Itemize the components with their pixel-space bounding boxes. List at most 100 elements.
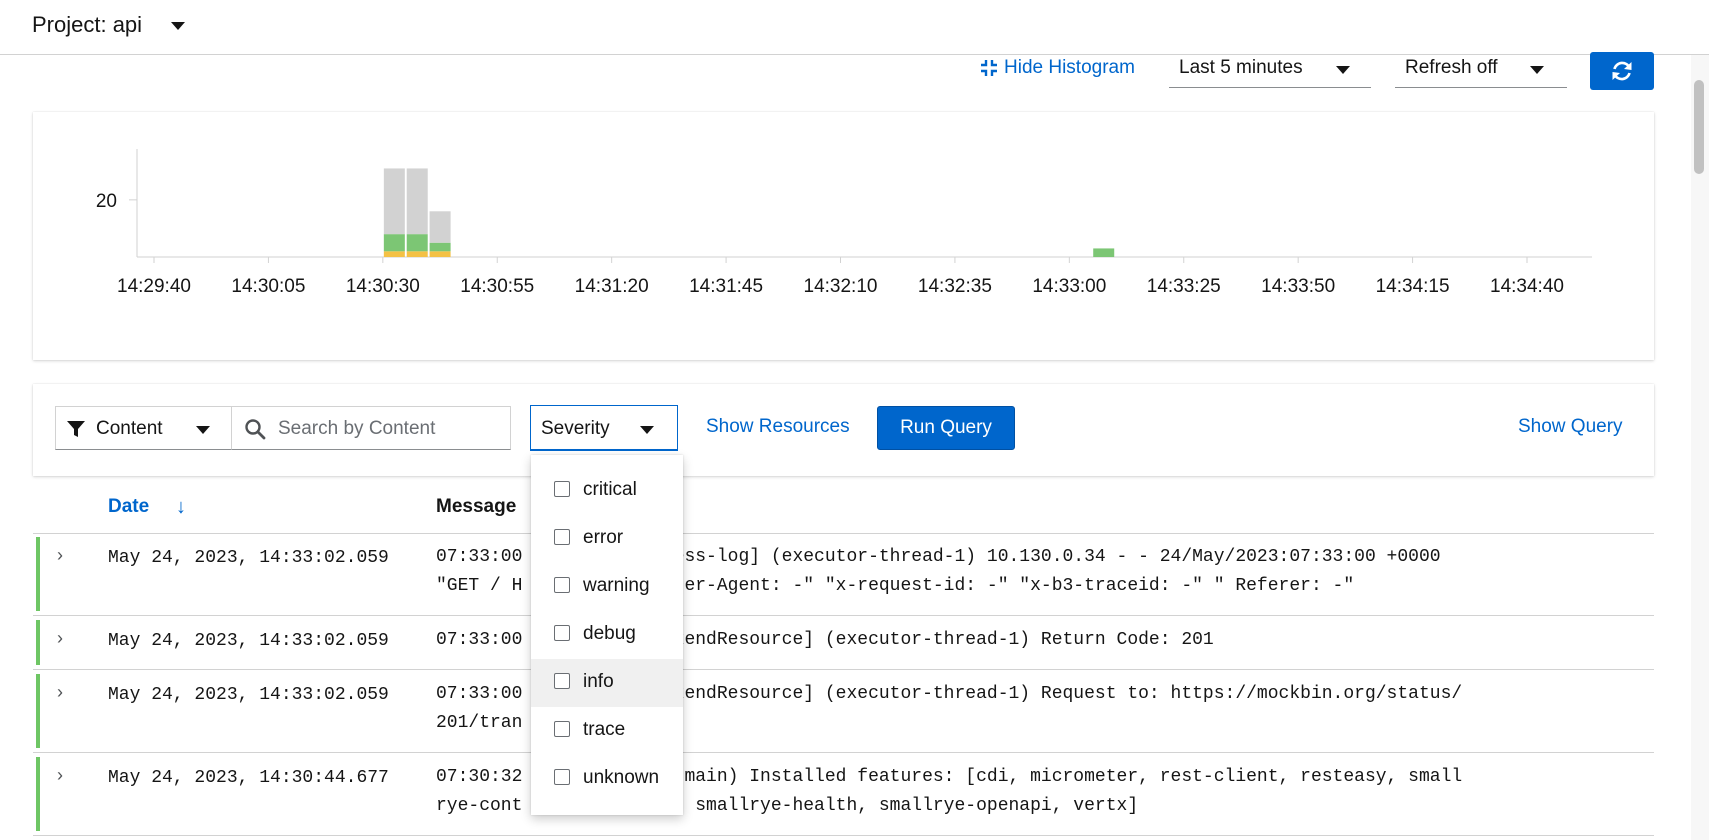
log-date: May 24, 2023, 14:33:02.059: [108, 631, 389, 651]
log-date: May 24, 2023, 14:30:44.677: [108, 768, 389, 788]
filter-attribute-select[interactable]: Content: [55, 406, 232, 450]
caret-down-icon: [1530, 66, 1544, 74]
date-column-header[interactable]: Date: [108, 496, 149, 518]
filter-attribute-value: Content: [96, 418, 163, 439]
sync-icon: [1612, 61, 1632, 81]
x-tick-label: 14:30:55: [460, 276, 534, 297]
histogram-bar: [429, 251, 451, 257]
severity-option-debug[interactable]: debug: [531, 611, 683, 659]
severity-checkbox[interactable]: [554, 721, 570, 737]
compress-icon: [981, 60, 997, 76]
histogram-bar: [383, 234, 405, 252]
log-row: › May 24, 2023, 14:30:44.677 07:30:32 rk…: [33, 753, 1654, 836]
histogram-bar: [429, 211, 451, 243]
histogram-card: 20 14:29:40 14:30:05 14:30:30 14:30:55 14:31:…: [33, 112, 1654, 360]
log-date: May 24, 2023, 14:33:02.059: [108, 548, 389, 568]
log-row: › May 24, 2023, 14:33:02.059 07:33:00 qu…: [33, 670, 1654, 753]
chart-axes: [129, 149, 1592, 263]
histogram-chart: 20 14:29:40 14:30:05 14:30:30 14:30:55 14:31:…: [96, 149, 1592, 297]
search-box: [232, 406, 511, 450]
severity-option-label: debug: [583, 623, 636, 644]
histogram-bar: [429, 242, 451, 252]
severity-checkbox[interactable]: [554, 769, 570, 785]
log-date: May 24, 2023, 14:33:02.059: [108, 685, 389, 705]
severity-option-trace[interactable]: trace: [531, 707, 683, 755]
project-bar: Project: api: [0, 0, 1709, 55]
severity-indicator: [36, 537, 40, 611]
histogram-bar: [406, 251, 428, 257]
severity-option-label: trace: [583, 719, 626, 740]
severity-indicator: [36, 674, 40, 748]
x-tick-label: 14:33:50: [1261, 276, 1335, 297]
severity-option-unknown[interactable]: unknown: [531, 755, 683, 803]
x-tick-label: 14:32:35: [918, 276, 992, 297]
time-range-select[interactable]: Last 5 minutes: [1169, 52, 1371, 88]
chevron-right-icon[interactable]: ›: [57, 545, 63, 566]
time-range-value: Last 5 minutes: [1179, 57, 1303, 78]
search-input[interactable]: [276, 415, 505, 443]
message-column-header: Message: [436, 496, 517, 517]
x-tick-label: 14:31:20: [575, 276, 649, 297]
severity-checkbox[interactable]: [554, 625, 570, 641]
histogram-bar: [1093, 248, 1115, 257]
caret-down-icon[interactable]: [171, 22, 185, 30]
x-tick-label: 14:33:25: [1147, 276, 1221, 297]
sort-down-icon[interactable]: ↓: [176, 496, 186, 519]
severity-option-critical[interactable]: critical: [531, 467, 683, 515]
log-table-header: Date ↓ Message: [33, 486, 1654, 534]
histogram-bar: [383, 168, 405, 235]
hide-histogram-label: Hide Histogram: [1004, 57, 1135, 78]
caret-down-icon: [1336, 66, 1350, 74]
severity-checkbox[interactable]: [554, 673, 570, 689]
show-query-link[interactable]: Show Query: [1518, 416, 1623, 438]
log-row: › May 24, 2023, 14:33:02.059 07:33:00 ht…: [33, 533, 1654, 616]
severity-option-warning[interactable]: warning: [531, 563, 683, 611]
y-tick-label: 20: [96, 191, 117, 212]
refresh-interval-value: Refresh off: [1405, 57, 1498, 78]
histogram-bar: [406, 234, 428, 252]
x-tick-label: 14:34:40: [1490, 276, 1564, 297]
severity-select[interactable]: Severity: [530, 405, 678, 451]
filter-icon: [67, 421, 85, 437]
severity-option-error[interactable]: error: [531, 515, 683, 563]
severity-menu: critical error warning debug info trace unknow…: [531, 455, 683, 815]
severity-option-label: error: [583, 527, 624, 548]
histogram-bar: [406, 168, 428, 235]
histogram-bar: [383, 251, 405, 257]
severity-option-label: critical: [583, 479, 637, 500]
x-tick-label: 14:30:05: [231, 276, 305, 297]
x-tick-label: 14:31:45: [689, 276, 763, 297]
chevron-right-icon[interactable]: ›: [57, 765, 63, 786]
severity-option-info[interactable]: info: [531, 659, 683, 707]
severity-indicator: [36, 757, 40, 831]
x-tick-label: 14:30:30: [346, 276, 420, 297]
caret-down-icon: [640, 426, 654, 434]
x-tick-label: 14:34:15: [1376, 276, 1450, 297]
scrollbar-thumb[interactable]: [1694, 80, 1704, 174]
caret-down-icon: [196, 426, 210, 434]
severity-select-label: Severity: [541, 418, 610, 439]
run-query-button[interactable]: Run Query: [877, 406, 1015, 450]
severity-option-label: unknown: [583, 767, 660, 788]
x-tick-label: 14:32:10: [804, 276, 878, 297]
project-selector-label[interactable]: Project: api: [32, 12, 142, 38]
severity-checkbox[interactable]: [554, 481, 570, 497]
x-tick-label: 14:33:00: [1032, 276, 1106, 297]
severity-option-label: warning: [583, 575, 650, 596]
severity-indicator: [36, 620, 40, 665]
chart-bars: [383, 168, 1115, 257]
severity-checkbox[interactable]: [554, 529, 570, 545]
severity-checkbox[interactable]: [554, 577, 570, 593]
chevron-right-icon[interactable]: ›: [57, 682, 63, 703]
hide-histogram-button[interactable]: Hide Histogram: [980, 55, 1135, 81]
search-icon: [245, 419, 266, 440]
severity-option-label: info: [583, 671, 614, 692]
refresh-interval-select[interactable]: Refresh off: [1395, 52, 1567, 88]
chart-tick-labels: 20 14:29:40 14:30:05 14:30:30 14:30:55 14:31:…: [96, 191, 1564, 297]
show-resources-link[interactable]: Show Resources: [706, 416, 850, 438]
x-tick-label: 14:29:40: [117, 276, 191, 297]
query-filter-bar: Content Severity Show Resources Run Quer…: [33, 384, 1654, 476]
chevron-right-icon[interactable]: ›: [57, 628, 63, 649]
log-row: › May 24, 2023, 14:33:02.059 07:33:00 qu…: [33, 616, 1654, 670]
refresh-button[interactable]: [1590, 52, 1654, 90]
